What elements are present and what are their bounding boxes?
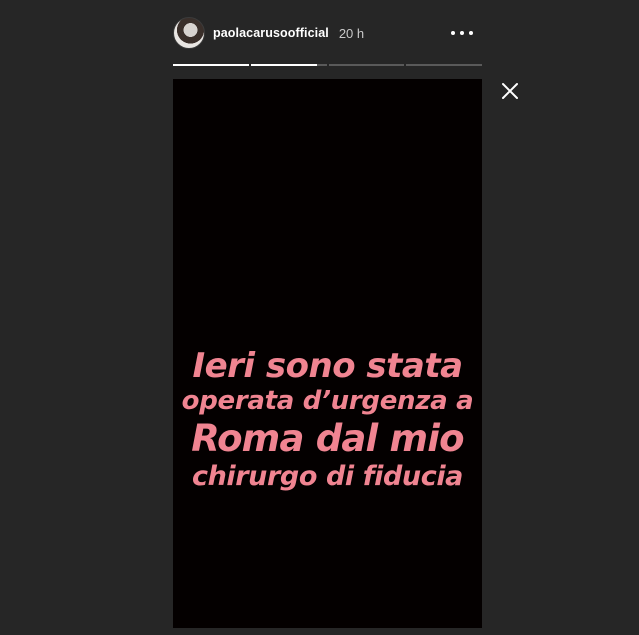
username-link[interactable]: paolacarusoofficial — [213, 26, 329, 40]
progress-segment — [173, 64, 249, 66]
story-viewer: paolacarusoofficial 20 h Ieri sono stata… — [0, 0, 639, 635]
story-text-line: chirurgo di fiducia — [191, 460, 464, 492]
story-media[interactable]: Ieri sono stata operata d’urgenza a Roma… — [173, 79, 482, 628]
progress-segment — [328, 64, 405, 66]
close-icon[interactable] — [500, 81, 520, 101]
story-header: paolacarusoofficial 20 h — [173, 16, 483, 50]
progress-segment — [250, 64, 327, 66]
story-text-line: operata d’urgenza a — [181, 386, 474, 417]
story-progress-bar — [173, 64, 482, 66]
progress-segment — [406, 64, 482, 66]
avatar[interactable] — [173, 17, 205, 49]
story-text-line: Roma dal mio — [191, 417, 464, 461]
post-time: 20 h — [338, 25, 365, 41]
story-text-line: Ieri sono stata — [192, 346, 463, 386]
story-text: Ieri sono stata operata d’urgenza a Roma… — [173, 347, 482, 492]
more-options-icon[interactable] — [451, 24, 473, 42]
